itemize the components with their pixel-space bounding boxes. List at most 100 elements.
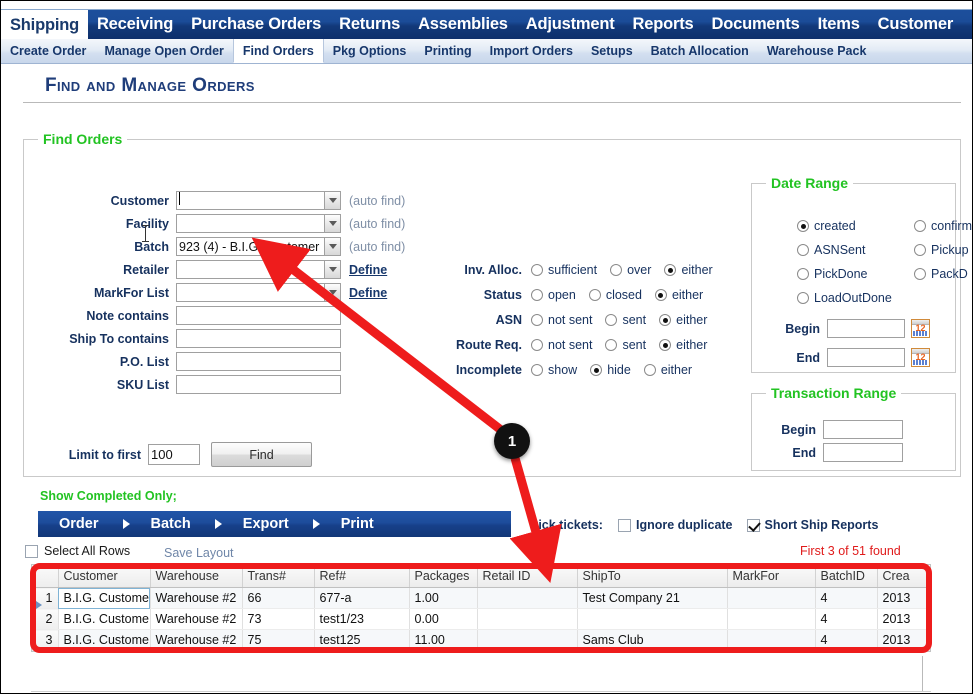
radio-dot[interactable] [643, 364, 656, 376]
cell-markfor[interactable] [727, 629, 816, 651]
radio-inv-alloc--sufficient[interactable]: sufficient [531, 263, 597, 277]
radio-dot[interactable] [590, 364, 603, 376]
nav-tab-customer[interactable]: Customer [869, 10, 962, 39]
cell-shipto[interactable] [577, 608, 728, 630]
radio-dot[interactable] [659, 314, 672, 326]
input-batch[interactable] [176, 237, 324, 256]
combo-customer[interactable] [176, 191, 341, 210]
cell-retail_id[interactable] [477, 587, 578, 609]
date-begin-input[interactable] [827, 319, 905, 338]
combo-markfor-list[interactable] [176, 283, 341, 302]
cell-customer[interactable]: B.I.G. Custome [58, 608, 151, 630]
chevron-down-icon[interactable] [324, 237, 341, 256]
radio-status-open[interactable]: open [531, 288, 576, 302]
column-header-trans-[interactable]: Trans# [242, 565, 315, 588]
subnav-tab-setups[interactable]: Setups [582, 39, 642, 63]
cell-created[interactable]: 2013 [877, 587, 930, 609]
radio-dot[interactable] [664, 264, 677, 276]
calendar-icon[interactable]: 12 [911, 348, 930, 367]
nav-tab-purchase-orders[interactable]: Purchase Orders [182, 10, 330, 39]
action-batch[interactable]: Batch [130, 516, 222, 532]
input-ship-to-contains[interactable] [176, 329, 341, 348]
radio-dot[interactable] [605, 339, 618, 351]
cell-packages[interactable]: 11.00 [409, 629, 478, 651]
subnav-tab-import-orders[interactable]: Import Orders [481, 39, 582, 63]
cell-ref[interactable]: 677-a [314, 587, 410, 609]
cell-packages[interactable]: 0.00 [409, 608, 478, 630]
date-range-radio-loadoutdone[interactable]: LoadOutDone [797, 291, 892, 305]
input-sku-list[interactable] [176, 375, 341, 394]
radio-dot[interactable] [654, 289, 667, 301]
input-markfor-list[interactable] [176, 283, 324, 302]
cell-warehouse[interactable]: Warehouse #2 [150, 587, 243, 609]
cell-batchid[interactable]: 4 [815, 629, 878, 651]
transaction-begin-input[interactable] [823, 420, 903, 439]
cell-warehouse[interactable]: Warehouse #2 [150, 629, 243, 651]
radio-status-either[interactable]: either [654, 288, 703, 302]
date-end-input[interactable] [827, 348, 905, 367]
input-p-o-list[interactable] [176, 352, 341, 371]
cell-customer[interactable]: B.I.G. Custome [58, 629, 151, 651]
ignore-duplicate-checkbox[interactable] [617, 518, 631, 532]
radio-dot[interactable] [531, 289, 543, 301]
radio-dot[interactable] [588, 289, 601, 301]
chevron-down-icon[interactable] [324, 191, 341, 210]
radio-dot[interactable] [605, 314, 618, 326]
radio-status-closed[interactable]: closed [588, 288, 642, 302]
find-button[interactable]: Find [211, 442, 312, 467]
date-range-radio-pickdone[interactable]: PickDone [797, 267, 868, 281]
chevron-down-icon[interactable] [324, 260, 341, 279]
cell-batchid[interactable]: 4 [815, 587, 878, 609]
cell-ref[interactable]: test125 [314, 629, 410, 651]
table-row[interactable]: 2 B.I.G. Custome Warehouse #2 73 test1/23 0.0… [32, 608, 930, 630]
subnav-tab-find-orders[interactable]: Find Orders [232, 39, 324, 63]
column-header-ref-[interactable]: Ref# [314, 565, 410, 588]
limit-input[interactable] [148, 444, 200, 465]
select-all-rows-checkbox[interactable] [25, 544, 38, 558]
column-header-markfor[interactable]: MarkFor [727, 565, 816, 588]
date-range-radio-pickup[interactable]: Pickup [914, 243, 969, 257]
cell-trans[interactable]: 73 [242, 608, 315, 630]
subnav-tab-warehouse-pack[interactable]: Warehouse Pack [758, 39, 876, 63]
cell-packages[interactable]: 1.00 [409, 587, 478, 609]
show-completed-only-link[interactable]: Show Completed Only; [40, 489, 177, 503]
radio-dot[interactable] [914, 268, 926, 280]
nav-tab-reports[interactable]: Reports [624, 10, 703, 39]
cell-created[interactable]: 2013 [877, 608, 930, 630]
radio-asn-not-sent[interactable]: not sent [531, 313, 592, 327]
combo-batch[interactable] [176, 237, 341, 256]
calendar-icon[interactable]: 12 [911, 319, 930, 338]
input-retailer[interactable] [176, 260, 324, 279]
radio-inv-alloc--over[interactable]: over [610, 263, 651, 277]
cell-markfor[interactable] [727, 608, 816, 630]
cell-num[interactable]: 3 [32, 629, 59, 651]
input-customer[interactable] [176, 191, 324, 210]
cell-trans[interactable]: 75 [242, 629, 315, 651]
combo-facility[interactable] [176, 214, 341, 233]
action-export[interactable]: Export [222, 516, 320, 532]
input-facility[interactable] [176, 214, 324, 233]
define-link-markfor-list[interactable]: Define [349, 286, 387, 300]
column-header-retail-id[interactable]: Retail ID [477, 565, 578, 588]
radio-route-req--sent[interactable]: sent [605, 338, 646, 352]
radio-incomplete-hide[interactable]: hide [590, 363, 631, 377]
radio-dot[interactable] [797, 268, 809, 280]
table-row[interactable]: 3 B.I.G. Custome Warehouse #2 75 test125 11.0… [32, 629, 930, 651]
cell-ref[interactable]: test1/23 [314, 608, 410, 630]
column-header-packages[interactable]: Packages [409, 565, 478, 588]
column-header-rownum[interactable] [32, 565, 59, 588]
nav-tab-returns[interactable]: Returns [330, 10, 409, 39]
results-grid[interactable]: Customer Warehouse Trans# Ref# Packages Retai… [31, 564, 931, 652]
chevron-down-icon[interactable] [324, 214, 341, 233]
cell-markfor[interactable] [727, 587, 816, 609]
transaction-end-input[interactable] [823, 443, 903, 462]
radio-asn-sent[interactable]: sent [605, 313, 646, 327]
radio-inv-alloc--either[interactable]: either [664, 263, 713, 277]
chevron-down-icon[interactable] [324, 283, 341, 302]
action-print[interactable]: Print [320, 516, 374, 532]
subnav-tab-create-order[interactable]: Create Order [1, 39, 95, 63]
radio-dot[interactable] [797, 292, 809, 304]
combo-retailer[interactable] [176, 260, 341, 279]
radio-dot[interactable] [531, 339, 543, 351]
nav-tab-items[interactable]: Items [809, 10, 869, 39]
